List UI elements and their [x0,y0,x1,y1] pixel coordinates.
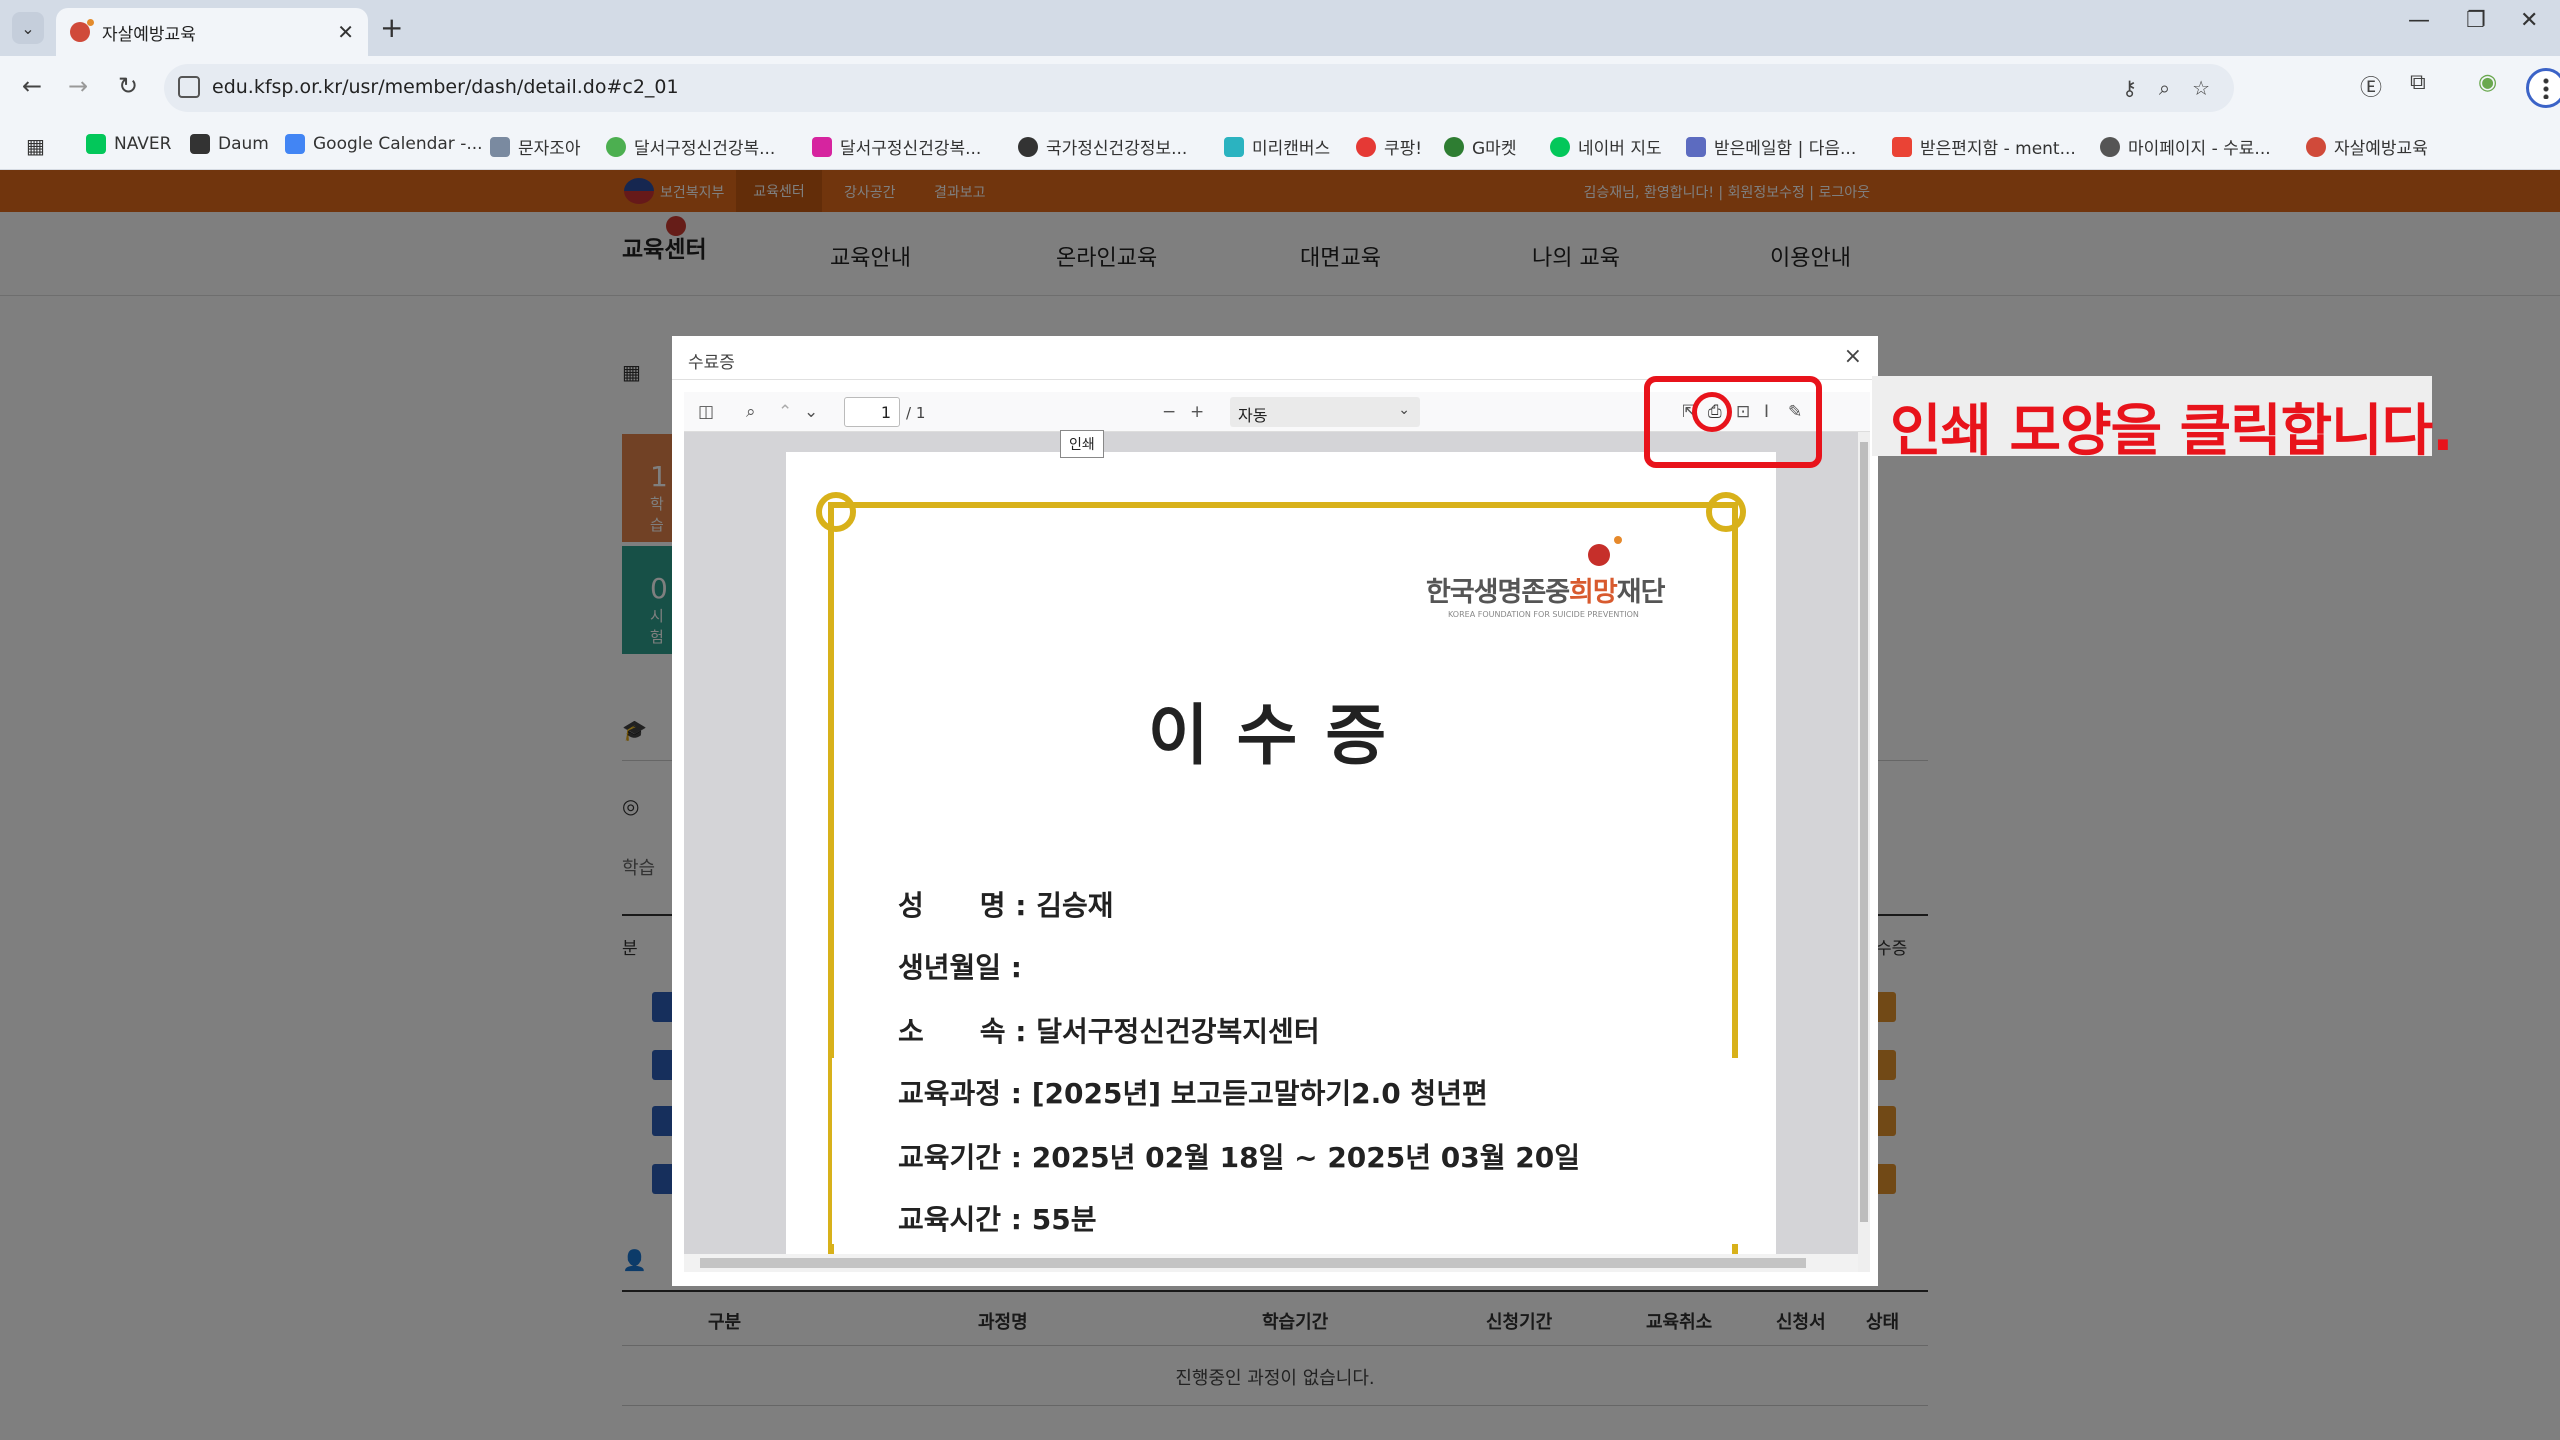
zoom-value: 자동 [1238,406,1268,425]
tab-title: 자살예방교육 [102,24,196,45]
bookmark-item[interactable]: 네이버 지도 [1550,134,1662,159]
reload-icon[interactable]: ↻ [112,72,144,100]
password-key-icon[interactable]: ⚷ [2122,76,2137,100]
horizontal-scrollbar[interactable] [684,1254,1858,1272]
page-number-input[interactable]: 1 [844,397,900,427]
window-close-icon[interactable]: ✕ [2520,8,2538,33]
instruction-text: 인쇄 모양을 클릭합니다. [1890,399,2453,464]
zoom-icon[interactable]: ⌕ [2159,76,2170,100]
url-text[interactable]: edu.kfsp.or.kr/usr/member/dash/detail.do… [212,76,679,98]
cert-name: 성 명 : 김승재 [898,889,1114,922]
chevron-down-icon: ⌄ [1398,402,1410,418]
bookmark-item[interactable]: Daum [190,134,269,154]
cert-course: 교육과정 : [2025년] 보고듣고말하기2.0 청년편 [898,1077,1488,1110]
site-favicon-icon [2306,136,2326,157]
chevron-up-icon[interactable]: ⌃ [778,402,792,422]
site-info-icon[interactable] [178,76,200,98]
bookmark-item[interactable]: 받은편지함 - ment... [1892,134,2076,159]
bookmark-item[interactable]: 문자조아 [490,134,581,159]
sidebar-toggle-icon[interactable]: ◫ [698,402,714,422]
instruction-callout: 인쇄 모양을 클릭합니다. [1872,376,2453,464]
print-icon-highlight [1692,392,1732,432]
corner-ornament [816,492,856,532]
address-bar[interactable]: edu.kfsp.or.kr/usr/member/dash/detail.do… [164,64,2234,112]
gmarket-icon [1444,136,1464,157]
corner-ornament [1706,492,1746,532]
highlight-box [1644,376,1822,468]
back-icon[interactable]: ← [16,72,48,100]
foundation-name-en: KOREA FOUNDATION FOR SUICIDE PREVENTION [1448,610,1639,619]
cert-birth: 생년월일 : [898,951,1022,984]
daum-icon [190,134,210,154]
bookmark-item[interactable]: 받은메일함 | 다음... [1686,134,1856,159]
bookmark-item[interactable]: 마이페이지 - 수료... [2100,134,2271,159]
bookmark-item[interactable]: NAVER [86,134,171,154]
bookmark-item[interactable]: G마켓 [1444,134,1516,159]
bookmark-icon [1018,136,1038,157]
naver-icon [86,134,106,154]
foundation-logo-dot [1614,536,1622,544]
modal-close-button[interactable]: × [1844,344,1862,369]
extension-green-icon[interactable]: ◉ [2478,70,2497,95]
coupang-icon [1356,136,1376,157]
bookmark-icon [606,136,626,157]
bookmark-item[interactable]: 자살예방교육 [2306,134,2428,159]
browser-menu-button[interactable] [2526,68,2560,108]
modal-header: 수료증 × [672,336,1878,380]
mail-icon [1686,136,1706,157]
page-total: / 1 [906,404,926,422]
foundation-name: 한국생명존중희망재단 [1426,577,1665,608]
certificate-modal: 수료증 × ◫ ⌕ ⌃ ⌄ 1 / 1 − + 자동 ⌄ ⇱ ⎙ ⊡ I ✎ 한… [672,336,1878,1286]
forward-icon[interactable]: → [62,72,94,100]
browser-tab-active[interactable]: 자살예방교육 ✕ [56,8,368,56]
map-icon [1550,136,1570,157]
tab-search-button[interactable]: ⌄ [12,12,44,44]
extensions-puzzle-icon[interactable]: ⧉ [2410,70,2426,95]
tab-close-icon[interactable]: ✕ [337,20,354,44]
print-tooltip: 인쇄 [1060,430,1104,458]
instagram-icon [812,136,832,157]
cert-affiliation: 소 속 : 달서구정신건강복지센터 [898,1015,1320,1048]
certificate-page: 한국생명존중희망재단 KOREA FOUNDATION FOR SUICIDE … [786,452,1776,1262]
cert-hours: 교육시간 : 55분 [898,1203,1097,1236]
extension-e-icon[interactable]: Ⓔ [2360,70,2382,102]
scroll-thumb[interactable] [1860,442,1868,1222]
site-favicon-icon [70,19,94,42]
calendar-icon [285,134,305,154]
zoom-in-icon[interactable]: + [1190,402,1204,422]
bookmark-item[interactable]: 달서구정신건강복... [812,134,981,159]
bookmark-item[interactable]: 달서구정신건강복... [606,134,775,159]
bookmark-item[interactable]: 미리캔버스 [1224,134,1330,159]
apps-grid-icon[interactable]: ▦ [26,134,45,158]
browser-toolbar: ← → ↻ edu.kfsp.or.kr/usr/member/dash/det… [0,56,2560,120]
modal-title: 수료증 [688,353,735,373]
bookmark-star-icon[interactable]: ☆ [2192,76,2210,100]
pdf-viewer[interactable]: 한국생명존중희망재단 KOREA FOUNDATION FOR SUICIDE … [684,432,1858,1262]
bookmark-icon [490,136,510,157]
restore-icon[interactable]: ❐ [2466,8,2486,33]
vertical-scrollbar[interactable] [1858,432,1870,1272]
scroll-thumb[interactable] [700,1258,1806,1268]
bookmark-item[interactable]: Google Calendar -... [285,134,483,154]
bookmark-item[interactable]: 국가정신건강정보... [1018,134,1187,159]
miricanvas-icon [1224,136,1244,157]
zoom-out-icon[interactable]: − [1162,402,1176,422]
bookmarks-bar: ▦ NAVER Daum Google Calendar -... 문자조아 달… [0,120,2560,170]
new-tab-button[interactable]: + [380,12,403,44]
gmail-icon [1892,136,1912,157]
cert-period: 교육기간 : 2025년 02월 18일 ~ 2025년 03월 20일 [898,1141,1580,1174]
minimize-icon[interactable]: — [2408,8,2430,33]
bookmark-icon [2100,136,2120,157]
web-page: 보건복지부 교육센터 강사공간 결과보고 김승재님, 환영합니다! | 회원정보… [0,170,2560,1440]
search-icon[interactable]: ⌕ [746,402,756,422]
chevron-down-icon[interactable]: ⌄ [804,402,818,422]
tab-strip: ⌄ 자살예방교육 ✕ + — ❐ ✕ [0,0,2560,56]
zoom-select[interactable]: 자동 ⌄ [1230,397,1420,427]
certificate-title: 이수증 [1147,696,1415,774]
bookmark-item[interactable]: 쿠팡! [1356,134,1422,159]
foundation-logo-icon [1588,544,1610,566]
